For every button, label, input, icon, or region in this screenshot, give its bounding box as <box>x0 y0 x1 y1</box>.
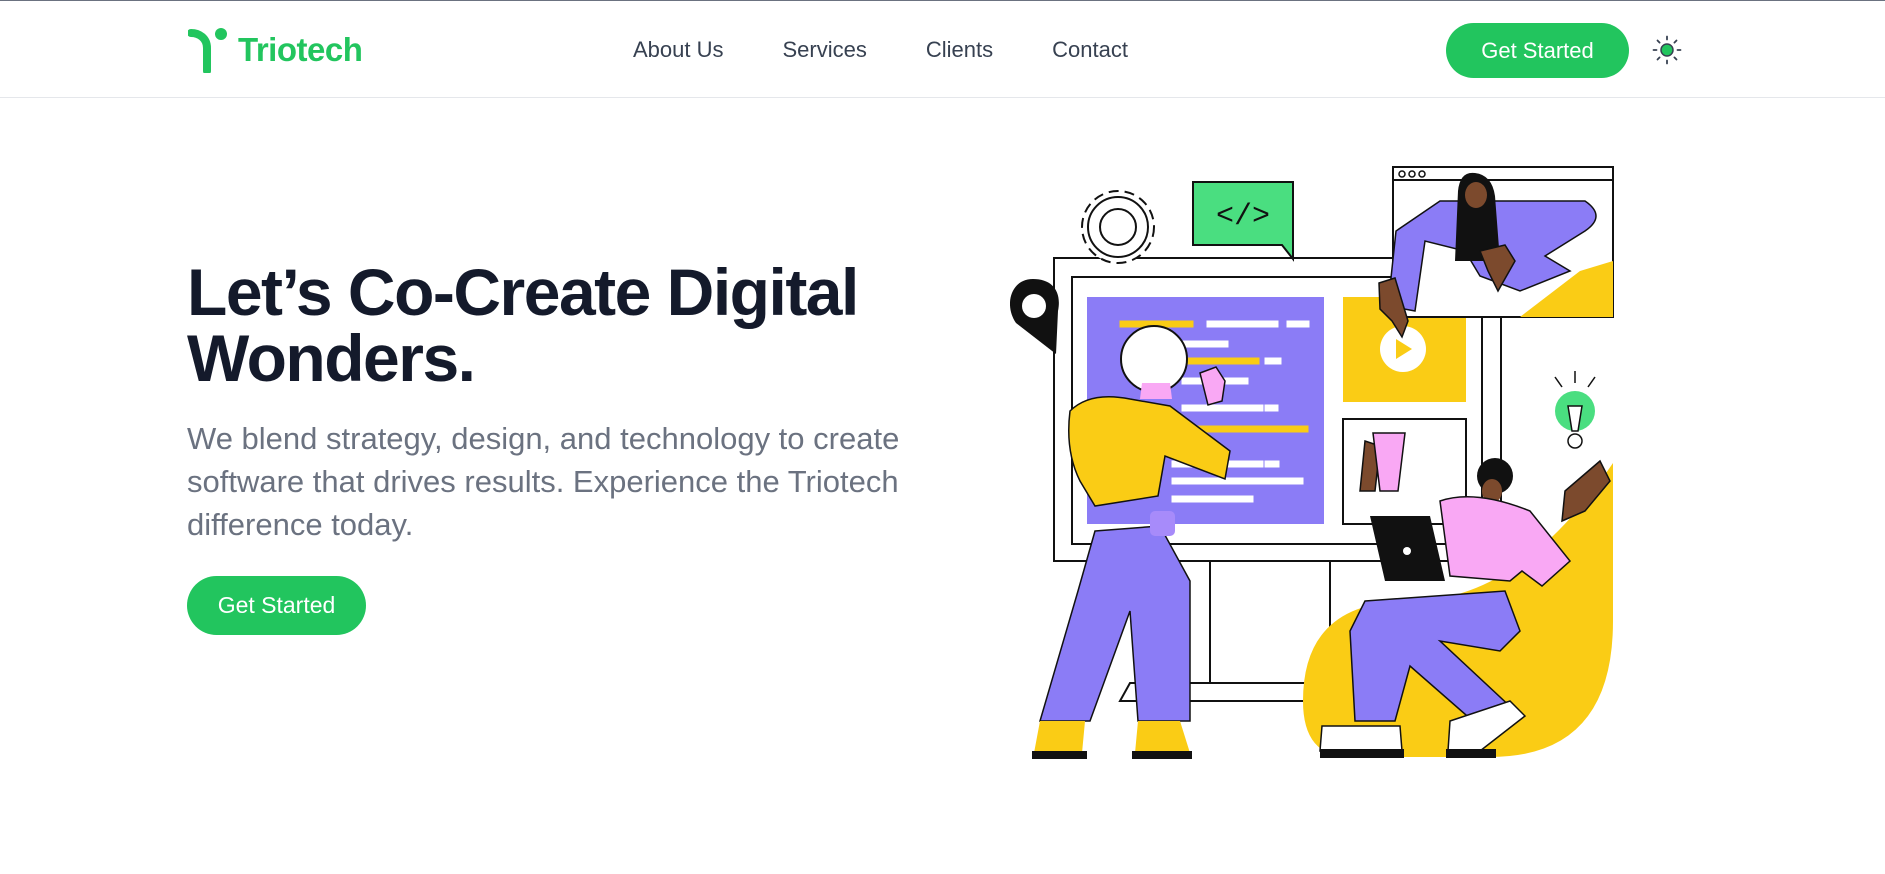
logo[interactable]: Triotech <box>188 27 363 73</box>
main-nav: About Us Services Clients Contact <box>633 37 1128 63</box>
hero-description: We blend strategy, design, and technolog… <box>187 421 900 542</box>
gear-icon <box>1081 190 1155 264</box>
header-get-started-button[interactable]: Get Started <box>1446 23 1629 78</box>
map-pin-icon <box>1010 279 1059 354</box>
browser-window-illustration <box>1378 166 1614 339</box>
sun-icon[interactable] <box>1652 35 1682 65</box>
triotech-logo-icon <box>188 28 227 73</box>
hero-get-started-button[interactable]: Get Started <box>187 576 366 635</box>
logo-text: Triotech <box>238 31 363 68</box>
nav-clients[interactable]: Clients <box>926 37 993 63</box>
nav-contact[interactable]: Contact <box>1052 37 1128 63</box>
site-header: Triotech About Us Services Clients Conta… <box>0 1 1885 98</box>
code-bubble-icon: </> <box>1192 181 1294 262</box>
hero-illustration: </> <box>1010 166 1614 759</box>
code-tag-text: </> <box>1216 200 1270 234</box>
nav-services[interactable]: Services <box>783 37 867 63</box>
nav-about-us[interactable]: About Us <box>633 37 724 63</box>
light-bulb-icon <box>1554 371 1596 449</box>
hero-title: Let’s Co-Create Digital Wonders. <box>187 255 859 395</box>
